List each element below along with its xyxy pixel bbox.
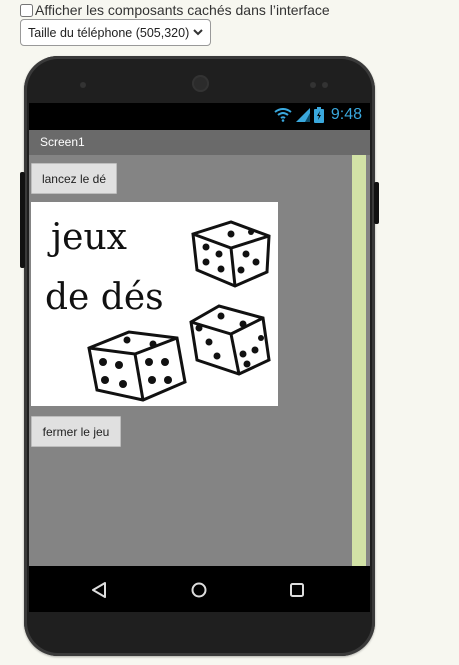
roll-dice-button-label: lancez le dé (41, 171, 107, 186)
close-game-button-label: fermer le jeu (42, 424, 110, 439)
wifi-icon (274, 108, 292, 122)
phone-sensor-dot (310, 82, 316, 88)
phone-sensor-dot (322, 82, 328, 88)
android-nav-bar (29, 566, 370, 612)
recents-icon[interactable] (289, 582, 305, 598)
phone-side-button-right (374, 182, 379, 224)
battery-icon (313, 107, 324, 123)
phone-side-button-left (20, 172, 25, 268)
close-game-button[interactable]: fermer le jeu (31, 416, 121, 447)
status-time: 9:48 (330, 106, 362, 123)
phone-frame: 9:48 Screen1 lancez le dé jeux de dés fe… (20, 56, 379, 656)
dice-game-image: jeux de dés (31, 202, 278, 406)
phone-size-select[interactable]: Taille du téléphone (505,320) (20, 19, 211, 46)
phone-size-value: Taille du téléphone (505,320) (28, 25, 190, 40)
status-bar: 9:48 (29, 103, 370, 130)
signal-icon (295, 108, 310, 122)
app-screen: lancez le dé jeux de dés fermer le jeu (29, 155, 370, 566)
screen-title: Screen1 (40, 135, 85, 149)
dice-image-text-line1: jeux (47, 217, 127, 258)
home-icon[interactable] (191, 582, 207, 598)
die-middle-right (189, 304, 271, 376)
dice-image-text-line2: de dés (45, 277, 164, 318)
die-top-right (191, 220, 271, 288)
back-icon[interactable] (91, 582, 107, 598)
roll-dice-button[interactable]: lancez le dé (31, 163, 117, 194)
show-hidden-label: Afficher les composants cachés dans l’in… (35, 2, 330, 18)
show-hidden-components-option[interactable]: Afficher les composants cachés dans l’in… (19, 2, 330, 18)
phone-sensor-dot (80, 82, 86, 88)
screen-title-bar: Screen1 (29, 130, 370, 155)
die-bottom-left (87, 330, 187, 402)
screen-scrollbar[interactable] (352, 155, 366, 566)
phone-camera (192, 75, 209, 92)
show-hidden-checkbox[interactable] (20, 3, 33, 17)
chevron-down-icon (193, 29, 203, 36)
